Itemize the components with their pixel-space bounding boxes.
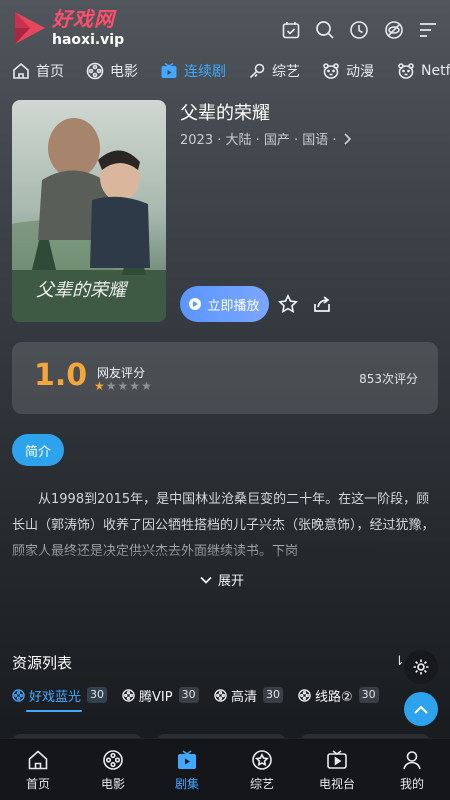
category-nav: 首页 电影 连续剧 综艺 动漫 Netf [0, 56, 450, 86]
nav-variety-label: 综艺 [272, 64, 300, 80]
tab-movie[interactable]: 电影 [75, 739, 151, 800]
resource-tab[interactable]: 高清 30 [214, 684, 284, 706]
nav-variety[interactable]: 综艺 [248, 56, 300, 86]
rating-star-icon: ★ [94, 379, 105, 393]
play-icon [189, 298, 202, 310]
user-icon [403, 750, 421, 769]
tab-series[interactable]: 剧集 [149, 739, 225, 800]
film-reel-icon [298, 688, 311, 702]
tab-variety[interactable]: 综艺 [224, 739, 300, 800]
resource-tab-count: 30 [263, 687, 284, 703]
rating-card: 1.0 网友评分 ★ ★ ★ ★ ★ 853次评分 [12, 342, 438, 414]
resource-tab-label: 好戏蓝光 [29, 689, 82, 705]
tv-play-icon [327, 749, 347, 769]
show-meta-text: 2023 · 大陆 · 国产 · 国语 · [180, 133, 337, 148]
resource-tab-label: 线路② [315, 689, 353, 705]
chevron-up-icon [414, 705, 428, 714]
bottom-nav: 首页 电影 剧集 综艺 电视台 我的 [0, 738, 450, 800]
nav-netflix-label: Netf [421, 63, 450, 79]
star-badge-icon [252, 749, 272, 770]
brand-domain: haoxi.vip [52, 32, 125, 48]
eye-off-icon[interactable] [384, 20, 404, 40]
show-meta[interactable]: 2023 · 大陆 · 国产 · 国语 · [180, 129, 351, 148]
resource-tab-label: 腾VIP [139, 689, 173, 705]
home-icon [28, 749, 48, 769]
expand-label: 展开 [218, 574, 245, 589]
bear-icon [398, 63, 414, 79]
home-icon [13, 62, 29, 79]
active-tab-underline [26, 710, 82, 712]
rating-count: 853次评分 [359, 372, 418, 386]
film-reel-icon [122, 688, 135, 702]
tab-tv-station-label: 电视台 [318, 776, 355, 791]
rating-stars: ★ ★ ★ ★ ★ [94, 380, 152, 392]
tab-home-label: 首页 [25, 776, 50, 791]
nav-series[interactable]: 连续剧 [160, 56, 226, 86]
tv-icon [161, 62, 177, 78]
share-icon[interactable] [312, 294, 332, 314]
rating-star-icon: ★ [129, 379, 141, 393]
resource-tab-count: 30 [358, 687, 379, 703]
expand-button[interactable]: 展开 [200, 570, 244, 589]
settings-fab[interactable] [404, 650, 438, 684]
rating-star-icon: ★ [105, 379, 117, 393]
film-reel-icon [214, 688, 227, 702]
nav-home[interactable]: 首页 [12, 56, 64, 86]
app-header: 好戏网 haoxi.vip [0, 0, 450, 56]
rating-star-icon: ★ [141, 379, 152, 393]
tab-tv-station[interactable]: 电视台 [299, 739, 375, 800]
resource-list-title: 资源列表 [12, 654, 73, 672]
resource-tab[interactable]: 线路② 30 [298, 684, 379, 706]
scroll-top-button[interactable] [404, 692, 438, 726]
resource-tab-count: 30 [178, 687, 199, 703]
film-reel-icon [103, 749, 123, 770]
nav-netflix[interactable]: Netf [397, 56, 450, 86]
nav-anime[interactable]: 动漫 [322, 56, 374, 86]
bear-icon [323, 63, 339, 79]
show-title: 父辈的荣耀 [180, 103, 270, 124]
chevron-down-icon [200, 576, 212, 584]
rating-star-icon: ★ [117, 379, 129, 393]
calendar-check-icon[interactable] [281, 20, 301, 40]
nav-movie[interactable]: 电影 [86, 56, 138, 86]
tab-home[interactable]: 首页 [0, 739, 76, 800]
intro-tag[interactable]: 简介 [12, 434, 64, 466]
resource-tab[interactable]: 腾VIP 30 [122, 684, 199, 706]
poster-image[interactable]: 父辈的荣耀 [12, 100, 166, 322]
tab-movie-label: 电影 [100, 776, 125, 791]
film-reel-icon [12, 688, 25, 702]
resource-tab-count: 30 [87, 687, 108, 703]
app-logo[interactable] [12, 10, 48, 46]
intro-fade [0, 535, 450, 575]
gear-icon [413, 659, 429, 675]
tv-icon [178, 749, 196, 769]
menu-icon[interactable] [418, 20, 438, 40]
mic-icon [249, 63, 265, 79]
search-icon[interactable] [315, 20, 335, 40]
nav-movie-label: 电影 [110, 64, 138, 80]
chevron-right-icon [343, 132, 351, 145]
resource-tab[interactable]: 好戏蓝光 30 [12, 684, 108, 706]
tab-variety-label: 综艺 [249, 776, 274, 791]
nav-home-label: 首页 [36, 64, 64, 80]
history-icon[interactable] [349, 20, 369, 40]
tab-mine-label: 我的 [399, 776, 424, 791]
brand: 好戏网 haoxi.vip [52, 9, 124, 47]
resource-tab-label: 高清 [231, 689, 258, 705]
nav-anime-label: 动漫 [346, 64, 374, 80]
play-now-label: 立即播放 [207, 298, 260, 314]
play-now-button[interactable]: 立即播放 [180, 286, 269, 322]
tab-mine[interactable]: 我的 [374, 739, 450, 800]
film-reel-icon [86, 62, 104, 80]
svg-text:父辈的荣耀: 父辈的荣耀 [36, 280, 129, 301]
nav-series-label: 连续剧 [184, 64, 226, 80]
brand-name: 好戏网 [52, 7, 115, 31]
rating-score: 1.0 [34, 358, 88, 393]
favorite-star-icon[interactable] [278, 293, 298, 314]
tab-series-label: 剧集 [174, 776, 199, 791]
